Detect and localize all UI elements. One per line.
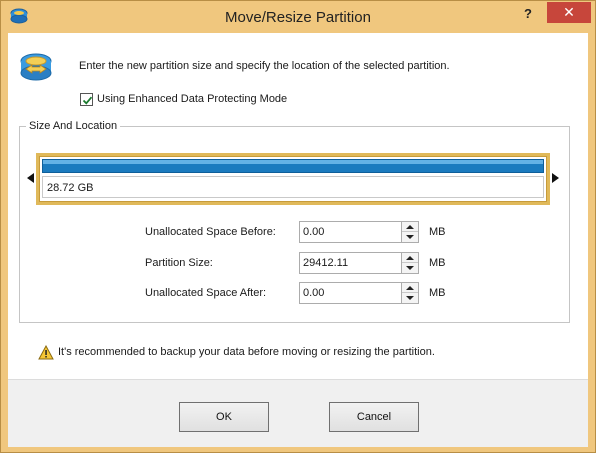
right-resize-handle[interactable] (552, 173, 559, 183)
title-bar[interactable]: Move/Resize Partition ? ✕ (1, 1, 595, 33)
size-location-title: Size And Location (26, 120, 121, 132)
unallocated-before-spin-buttons (402, 221, 419, 243)
help-button[interactable]: ? (515, 5, 541, 25)
dialog-content: Enter the new partition size and specify… (8, 33, 588, 379)
unallocated-before-input[interactable]: 0.00 (299, 221, 402, 243)
unallocated-before-up-button[interactable] (402, 222, 418, 232)
unallocated-after-unit: MB (429, 287, 446, 299)
unallocated-before-unit: MB (429, 226, 446, 238)
unallocated-after-input[interactable]: 0.00 (299, 282, 402, 304)
partition-size-label: Partition Size: (145, 257, 213, 269)
cancel-button[interactable]: Cancel (329, 402, 419, 432)
unallocated-after-spinner: 0.00 (299, 282, 419, 304)
partition-size-down-button[interactable] (402, 263, 418, 273)
partition-bar-highlight (43, 160, 543, 164)
left-resize-handle[interactable] (27, 173, 34, 183)
partition-block[interactable]: 28.72 GB (36, 153, 550, 205)
checkmark-icon (82, 96, 93, 105)
partition-usage-bar (42, 159, 544, 173)
dialog-description: Enter the new partition size and specify… (79, 60, 450, 72)
partition-size-up-button[interactable] (402, 253, 418, 263)
size-location-group: Size And Location 28.72 GB Unallocated S… (19, 120, 570, 323)
dialog-client: Enter the new partition size and specify… (8, 33, 588, 447)
partition-size-spin-buttons (402, 252, 419, 274)
enhanced-protect-label: Using Enhanced Data Protecting Mode (97, 93, 288, 105)
unallocated-before-spinner: 0.00 (299, 221, 419, 243)
unallocated-after-spin-buttons (402, 282, 419, 304)
window-title: Move/Resize Partition (225, 9, 371, 26)
unallocated-after-down-button[interactable] (402, 293, 418, 303)
warning-icon (38, 345, 54, 360)
partition-info: 28.72 GB (42, 176, 544, 198)
partition-size-input[interactable]: 29412.11 (299, 252, 402, 274)
partition-size-spinner: 29412.11 (299, 252, 419, 274)
unallocated-after-label: Unallocated Space After: (145, 287, 267, 299)
partition-size-text: 28.72 GB (47, 182, 94, 194)
move-resize-icon (20, 53, 52, 81)
unallocated-before-label: Unallocated Space Before: (145, 226, 276, 238)
close-button[interactable]: ✕ (547, 2, 591, 23)
warning-text: It's recommended to backup your data bef… (58, 346, 435, 358)
enhanced-protect-checkbox[interactable] (80, 93, 93, 106)
dialog-window: Move/Resize Partition ? ✕ Enter the new … (0, 0, 596, 453)
unallocated-before-down-button[interactable] (402, 232, 418, 242)
dialog-footer: OK Cancel (8, 379, 588, 447)
unallocated-after-up-button[interactable] (402, 283, 418, 293)
ok-button[interactable]: OK (179, 402, 269, 432)
partition-size-unit: MB (429, 257, 446, 269)
